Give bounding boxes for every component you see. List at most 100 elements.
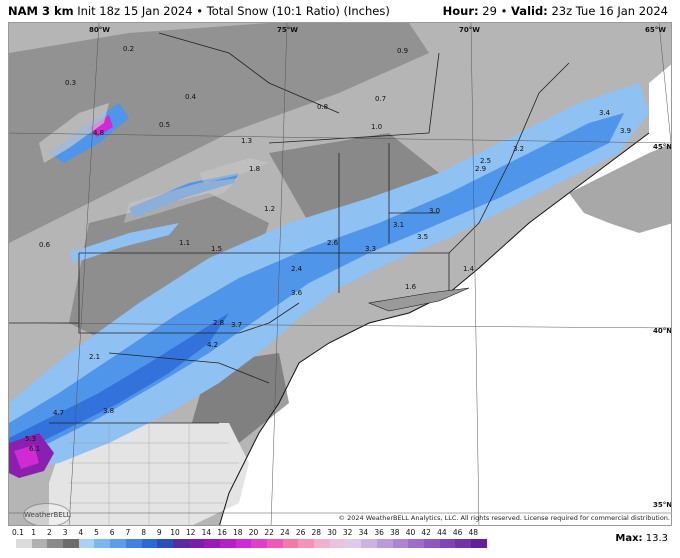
- colorbar-swatch: [439, 539, 456, 548]
- colorbar-swatch: [94, 539, 111, 548]
- snow-value: 3.4: [599, 109, 611, 117]
- snow-value: 0.9: [397, 47, 408, 55]
- weatherbell-logo: WeatherBELL: [23, 503, 71, 525]
- colorbar-tick-label: 1: [31, 528, 37, 537]
- snow-value: 4.7: [53, 409, 64, 417]
- colorbar-swatch: [345, 539, 362, 548]
- snow-map: 80°W 75°W 70°W 65°W 45°N 40°N 35°N 0.2 0…: [8, 22, 672, 526]
- lat-45n: 45°N: [653, 143, 672, 151]
- valid-info: Hour: 29 • Valid: 23z Tue 16 Jan 2024: [443, 4, 668, 18]
- snow-value: 0.6: [39, 241, 51, 249]
- colorbar-tick-label: 8: [141, 528, 146, 537]
- colorbar-swatch: [188, 539, 205, 548]
- snow-value: 3.1: [393, 221, 404, 229]
- colorbar-swatch: [267, 539, 283, 548]
- snow-value: 1.2: [264, 205, 275, 213]
- snow-value: 1.6: [405, 283, 417, 291]
- lon-70w: 70°W: [459, 26, 480, 34]
- colorbar-swatch: [361, 539, 377, 548]
- colorbar-tick-label: 48: [468, 528, 479, 537]
- snow-value: 0.3: [65, 79, 76, 87]
- colorbar-swatch: [110, 539, 126, 548]
- snow-value: 4.2: [207, 341, 218, 349]
- snow-value: 2.9: [475, 165, 486, 173]
- colorbar-tick-label: 26: [295, 528, 306, 537]
- snow-value: 0.4: [185, 93, 197, 101]
- max-value: Max: 13.3: [615, 533, 668, 544]
- snow-value: 3.3: [365, 245, 376, 253]
- colorbar-swatch: [78, 539, 95, 548]
- snow-value: 1.0: [371, 123, 382, 131]
- colorbar-swatch: [125, 539, 142, 548]
- separator: •: [196, 4, 204, 18]
- colorbar-swatch: [455, 539, 471, 548]
- lon-80w: 80°W: [89, 26, 110, 34]
- colorbar-tick-label: 28: [311, 528, 322, 537]
- colorbar-tick-label: 36: [374, 528, 384, 537]
- colorbar-swatch: [172, 539, 189, 548]
- snow-value: 2.1: [89, 353, 100, 361]
- snow-value: 3.6: [291, 289, 303, 297]
- colorbar-tick-label: 10: [170, 528, 180, 537]
- model-info: NAM 3 km Init 18z 15 Jan 2024 • Total Sn…: [8, 4, 390, 18]
- colorbar-swatch: [63, 539, 79, 548]
- snow-value: 6.1: [29, 445, 40, 453]
- hour-label: Hour:: [442, 4, 479, 18]
- colorbar-swatch: [329, 539, 346, 548]
- colorbar-tick-label: 20: [248, 528, 259, 537]
- colorbar-tick-label: 42: [421, 528, 431, 537]
- colorbar-swatch: [219, 539, 236, 548]
- model-name: NAM 3 km: [8, 4, 74, 18]
- colorbar-tick-label: 38: [390, 528, 400, 537]
- map-svg: 80°W 75°W 70°W 65°W 45°N 40°N 35°N 0.2 0…: [9, 23, 672, 525]
- colorbar-swatch: [204, 539, 220, 548]
- snow-value: 4.8: [93, 129, 104, 137]
- colorbar-swatch: [251, 539, 267, 548]
- colorbar-swatch: [314, 539, 330, 548]
- max-label: Max:: [615, 533, 643, 544]
- snow-value: 0.7: [375, 95, 386, 103]
- snow-value: 3.7: [231, 321, 242, 329]
- lat-40n: 40°N: [653, 327, 672, 335]
- snow-value: 1.1: [179, 239, 190, 247]
- colorbar-tick-label: 30: [327, 528, 337, 537]
- colorbar-swatches: [16, 539, 487, 548]
- lat-35n: 35°N: [653, 501, 672, 509]
- colorbar-tick-label: 18: [233, 528, 243, 537]
- colorbar-tick-label: 0.1: [12, 528, 24, 537]
- snow-value: 1.3: [241, 137, 252, 145]
- colorbar-tick-label: 6: [109, 528, 115, 537]
- colorbar-tick-label: 24: [280, 528, 290, 537]
- colorbar-tick-label: 7: [125, 528, 131, 537]
- colorbar-tick-label: 22: [264, 528, 274, 537]
- lon-65w: 65°W: [645, 26, 666, 34]
- colorbar-swatch: [282, 539, 299, 548]
- valid-time: 23z Tue 16 Jan 2024: [551, 4, 668, 18]
- colorbar-swatch: [47, 539, 64, 548]
- snow-value: 1.4: [463, 265, 475, 273]
- colorbar-swatch: [298, 539, 315, 548]
- snow-value: 5.3: [25, 435, 36, 443]
- colorbar-swatch: [16, 539, 32, 548]
- colorbar-tick-label: 4: [78, 528, 84, 537]
- colorbar-tick-label: 44: [437, 528, 447, 537]
- snow-value: 3.9: [620, 127, 631, 135]
- header-bar: NAM 3 km Init 18z 15 Jan 2024 • Total Sn…: [0, 0, 680, 22]
- colorbar-tick-label: 5: [94, 528, 99, 537]
- colorbar-tick-label: 40: [405, 528, 416, 537]
- snow-value: 1.5: [211, 245, 222, 253]
- snow-value: 3.2: [513, 145, 524, 153]
- snow-value: 0.8: [317, 103, 328, 111]
- colorbar-swatch: [470, 539, 487, 548]
- colorbar-tick-label: 3: [62, 528, 68, 537]
- colorbar-swatch: [408, 539, 424, 548]
- colorbar-swatch: [235, 539, 252, 548]
- colorbar-swatch: [31, 539, 48, 548]
- snow-value: 2.8: [213, 319, 224, 327]
- colorbar-tick-label: 46: [452, 528, 463, 537]
- copyright-notice: © 2024 WeatherBELL Analytics, LLC. All r…: [338, 514, 670, 522]
- hour-value: 29: [482, 4, 497, 18]
- snow-value: 0.2: [123, 45, 134, 53]
- colorbar-tick-label: 32: [342, 528, 353, 537]
- colorbar-swatch: [392, 539, 409, 548]
